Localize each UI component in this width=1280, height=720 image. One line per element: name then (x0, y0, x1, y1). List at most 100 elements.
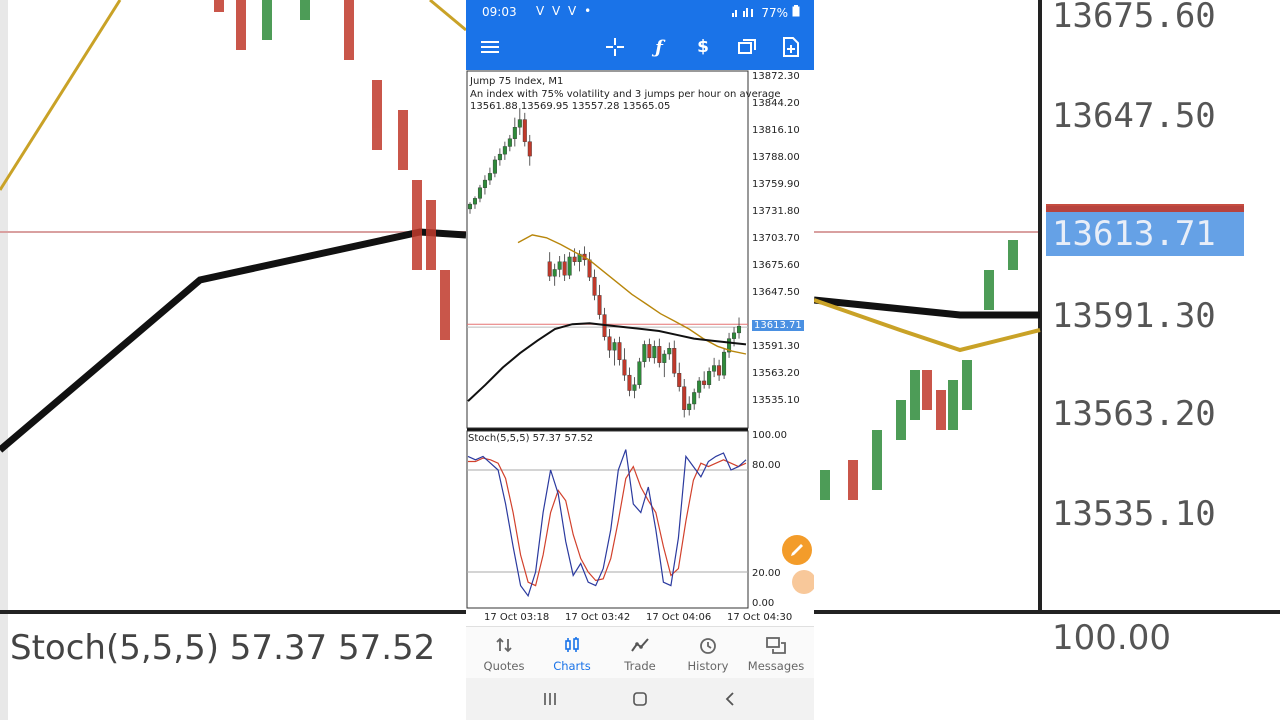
price-tick: 13591.30 (752, 341, 800, 352)
nav-quotes[interactable]: Quotes (470, 627, 538, 679)
nav-label: Charts (553, 659, 591, 673)
candle-body (702, 380, 707, 385)
charts-icon (538, 637, 606, 659)
stoch-tick: 80.00 (752, 460, 781, 471)
candle-body (677, 373, 682, 387)
chart-description: An index with 75% volatility and 3 jumps… (470, 89, 781, 100)
candle-body (642, 344, 647, 362)
price-tick: 13816.10 (752, 125, 800, 136)
price-tick: 13675.60 (752, 260, 800, 271)
candle-body (692, 392, 697, 405)
candle-body (617, 342, 622, 360)
back-icon[interactable] (718, 688, 742, 710)
candle-body (487, 173, 492, 181)
price-tick: 13647.50 (752, 287, 800, 298)
home-icon[interactable] (628, 688, 652, 710)
stoch-signal-line (468, 457, 747, 587)
candle-body (492, 159, 497, 174)
nav-trade[interactable]: Trade (606, 627, 674, 679)
nav-charts[interactable]: Charts (538, 627, 606, 679)
candle-body (717, 365, 722, 376)
price-tick: 13788.00 (752, 152, 800, 163)
windows-icon[interactable] (734, 34, 760, 60)
candle-body (592, 276, 597, 296)
crosshair-icon[interactable] (602, 34, 628, 60)
chart-area[interactable]: Jump 75 Index, M1 An index with 75% vola… (466, 70, 814, 610)
candle-body (697, 380, 702, 393)
candle-body (722, 351, 727, 376)
nav-label: History (687, 659, 729, 673)
candle-body (472, 198, 477, 205)
candle-body (597, 295, 602, 315)
candle-body (567, 256, 572, 276)
system-navigation-bar (466, 678, 814, 720)
candle-body (482, 179, 487, 188)
indicators-icon[interactable]: ƒ (646, 34, 672, 60)
time-tick: 17 Oct 04:06 (646, 612, 712, 623)
price-tick: 13759.90 (752, 179, 800, 190)
chart-symbol: Jump 75 Index, M1 (470, 76, 564, 87)
candle-body (587, 259, 592, 278)
background-price-label: 13675.60 (1052, 0, 1216, 36)
ma-slow-line (467, 322, 747, 402)
candle-body (622, 359, 627, 376)
background-price-label: 13647.50 (1052, 96, 1216, 136)
background-price-label: 13591.30 (1052, 296, 1216, 336)
candle-body (517, 119, 522, 128)
candle-body (572, 256, 577, 262)
candle-body (612, 342, 617, 351)
stoch-label: Stoch(5,5,5) 57.37 57.52 (468, 433, 594, 444)
background-price-tag: 13613.71 (1052, 214, 1216, 254)
price-tick: 13703.70 (752, 233, 800, 244)
price-chart[interactable] (466, 70, 814, 610)
candle-body (712, 365, 717, 372)
stoch-tick: 100.00 (752, 430, 787, 441)
new-order-icon[interactable] (778, 34, 804, 60)
candle-body (637, 361, 642, 385)
candle-body (552, 269, 557, 277)
ma-fast-line (517, 234, 747, 355)
candle-body (732, 332, 737, 339)
price-tick: 13535.10 (752, 395, 800, 406)
bottom-navigation: Quotes Charts Trade History Messages (466, 626, 814, 679)
current-price-tag: 13613.71 (752, 320, 804, 331)
notification-icons: ᐯ ᐯ ᐯ • (536, 4, 594, 18)
brush-icon (791, 544, 803, 556)
price-tick: 13563.20 (752, 368, 800, 379)
stoch-main-line (467, 449, 747, 598)
main-chart-frame (466, 70, 749, 429)
background-price-label: 13535.10 (1052, 494, 1216, 534)
candle-body (707, 371, 712, 385)
candle-body (682, 386, 687, 410)
currency-icon[interactable]: $ (690, 34, 716, 60)
candle-body (522, 119, 527, 142)
secondary-tool-button[interactable] (792, 570, 814, 594)
candle-body (632, 384, 637, 391)
price-tick: 13872.30 (752, 71, 800, 82)
candle-body (527, 141, 532, 157)
candle-body (667, 348, 672, 355)
messages-icon (742, 637, 810, 659)
candle-body (497, 153, 502, 161)
candle-body (647, 344, 652, 359)
candle-body (547, 261, 552, 277)
chart-ohlc: 13561.88 13569.95 13557.28 13565.05 (470, 101, 671, 112)
phone-screen: 09:03 ᐯ ᐯ ᐯ • 77% ƒ $ Jump 75 Index, M1 … (466, 0, 814, 720)
candle-body (477, 187, 482, 199)
drawing-tool-button[interactable] (782, 535, 812, 565)
stoch-tick: 20.00 (752, 568, 781, 579)
recent-apps-icon[interactable] (538, 688, 562, 710)
candle-body (657, 346, 662, 363)
nav-messages[interactable]: Messages (742, 627, 810, 679)
status-bar: 09:03 ᐯ ᐯ ᐯ • 77% (466, 0, 814, 24)
menu-icon[interactable] (477, 34, 503, 60)
trade-icon (606, 637, 674, 659)
time-tick: 17 Oct 03:18 (484, 612, 550, 623)
nav-history[interactable]: History (674, 627, 742, 679)
candle-body (502, 146, 507, 155)
stoch-frame (466, 430, 749, 609)
nav-label: Messages (747, 659, 805, 673)
battery-icon (792, 5, 800, 20)
status-time: 09:03 (482, 5, 517, 19)
candle-body (672, 348, 677, 374)
